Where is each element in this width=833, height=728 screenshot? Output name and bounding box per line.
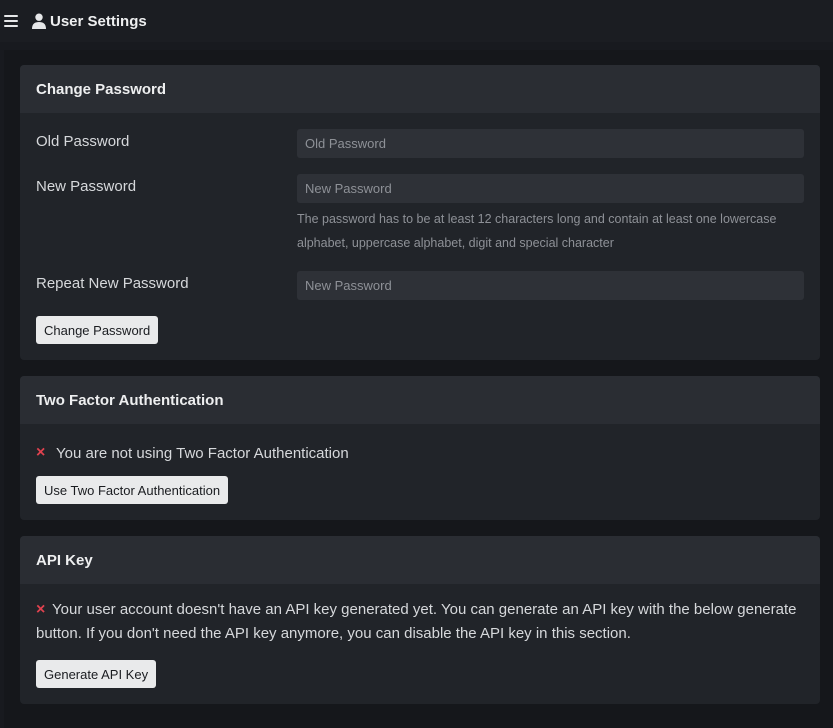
- two-factor-heading: Two Factor Authentication: [20, 376, 820, 424]
- old-password-input[interactable]: [297, 129, 804, 158]
- two-factor-status-text: You are not using Two Factor Authenticat…: [56, 444, 349, 462]
- two-factor-card: Two Factor Authentication × You are not …: [20, 376, 820, 520]
- api-key-heading: API Key: [20, 536, 820, 584]
- api-key-message-text: Your user account doesn't have an API ke…: [36, 601, 797, 642]
- new-password-row: New Password The password has to be at l…: [36, 174, 804, 255]
- generate-api-key-button[interactable]: Generate API Key: [36, 660, 157, 688]
- use-two-factor-button[interactable]: Use Two Factor Authentication: [36, 476, 229, 504]
- change-password-card: Change Password Old Password New Passwor…: [20, 65, 820, 360]
- two-factor-status: × You are not using Two Factor Authentic…: [36, 444, 804, 462]
- new-password-input[interactable]: [297, 174, 804, 203]
- repeat-password-label: Repeat New Password: [36, 275, 189, 292]
- hamburger-menu-icon[interactable]: [4, 15, 18, 27]
- main-content: Change Password Old Password New Passwor…: [4, 50, 833, 728]
- repeat-password-input[interactable]: [297, 271, 804, 300]
- error-x-icon: ×: [36, 444, 46, 461]
- old-password-row: Old Password: [36, 129, 804, 158]
- repeat-password-row: Repeat New Password: [36, 271, 804, 300]
- api-key-message: × Your user account doesn't have an API k…: [36, 598, 804, 646]
- page-title: User Settings: [50, 12, 147, 30]
- change-password-heading: Change Password: [20, 65, 820, 113]
- api-key-card: API Key × Your user account doesn't have …: [20, 536, 820, 704]
- new-password-label: New Password: [36, 178, 137, 195]
- password-requirements-hint: The password has to be at least 12 chara…: [297, 212, 777, 250]
- user-icon: [32, 13, 46, 29]
- error-x-icon: ×: [36, 601, 46, 618]
- change-password-button[interactable]: Change Password: [36, 316, 159, 344]
- top-bar: User Settings: [0, 0, 833, 42]
- old-password-label: Old Password: [36, 133, 130, 150]
